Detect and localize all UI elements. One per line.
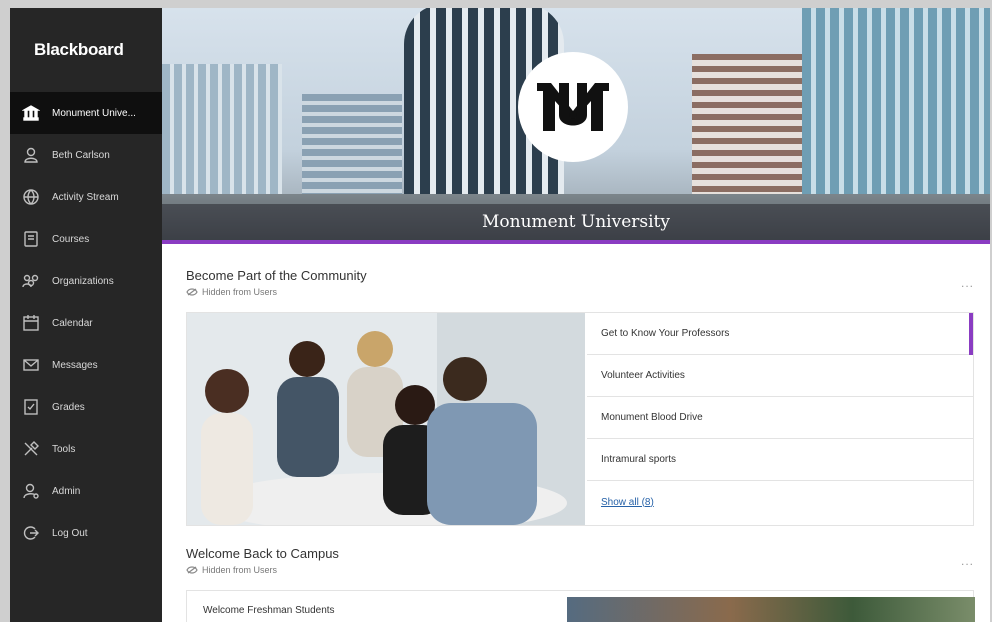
institution-banner: Monument University [162,8,990,244]
sidebar-item-label: Grades [52,401,85,413]
sidebar-item-label: Messages [52,359,98,371]
campus-photo [567,597,975,622]
sidebar-item-label: Beth Carlson [52,149,110,161]
people-icon [22,272,40,290]
sidebar: Blackboard Monument Unive... Beth Carlso… [10,8,162,622]
tools-icon [22,440,40,458]
sidebar-item-calendar[interactable]: Calendar [10,302,162,344]
sidebar-item-label: Activity Stream [52,191,119,203]
hidden-eye-icon [186,566,198,574]
community-card: Get to Know Your Professors Volunteer Ac… [186,312,974,526]
sidebar-item-tools[interactable]: Tools [10,428,162,470]
welcome-card: Welcome Freshman Students [186,590,975,622]
calendar-icon [22,314,40,332]
banner-building [162,64,282,204]
banner-building [302,94,402,204]
sidebar-item-label: Calendar [52,317,93,329]
banner-building [802,8,990,204]
banner-building [692,54,802,204]
students-photo [187,313,585,525]
institution-icon [22,104,40,122]
module-title: Become Part of the Community [186,268,367,283]
university-logo [518,52,628,162]
sidebar-item-messages[interactable]: Messages [10,344,162,386]
show-all-link[interactable]: Show all (8) [587,481,973,523]
students-illustration [187,313,585,525]
community-module: Become Part of the Community Hidden from… [186,268,974,530]
envelope-icon [22,356,40,374]
module-more-button[interactable]: ... [961,554,974,568]
admin-icon [22,482,40,500]
institution-title: Monument University [481,212,670,232]
visibility-label: Hidden from Users [202,287,278,297]
sidebar-item-activity-stream[interactable]: Activity Stream [10,176,162,218]
user-icon [22,146,40,164]
module-more-button[interactable]: ... [961,276,974,290]
sidebar-item-label: Tools [52,443,76,455]
sidebar-item-courses[interactable]: Courses [10,218,162,260]
list-item[interactable]: Get to Know Your Professors [587,313,973,355]
list-item[interactable]: Monument Blood Drive [587,397,973,439]
community-links-list: Get to Know Your Professors Volunteer Ac… [587,313,973,525]
sidebar-item-logout[interactable]: Log Out [10,512,162,554]
sidebar-item-label: Admin [52,485,81,497]
logout-icon [22,524,40,542]
sidebar-item-label: Organizations [52,275,114,287]
brand-logo[interactable]: Blackboard [10,8,162,92]
sidebar-item-organizations[interactable]: Organizations [10,260,162,302]
banner-title-band: Monument University [162,204,990,244]
module-title: Welcome Back to Campus [186,546,339,561]
visibility-status: Hidden from Users [186,287,974,297]
hidden-eye-icon [186,288,198,296]
sidebar-item-profile[interactable]: Beth Carlson [10,134,162,176]
list-item[interactable]: Intramural sports [587,439,973,481]
sidebar-item-institution[interactable]: Monument Unive... [10,92,162,134]
visibility-label: Hidden from Users [202,565,278,575]
sidebar-item-label: Monument Unive... [52,107,136,119]
sidebar-item-label: Courses [52,233,90,245]
book-icon [22,230,40,248]
grades-icon [22,398,40,416]
mu-monogram-icon [537,83,609,131]
visibility-status: Hidden from Users [186,565,974,575]
sidebar-item-grades[interactable]: Grades [10,386,162,428]
globe-icon [22,188,40,206]
list-item[interactable]: Volunteer Activities [587,355,973,397]
sidebar-item-label: Log Out [52,527,88,539]
sidebar-item-admin[interactable]: Admin [10,470,162,512]
app-frame: Blackboard Monument Unive... Beth Carlso… [10,8,990,622]
main-content: Monument University Become Part of the C… [162,8,990,622]
welcome-module: Welcome Back to Campus Hidden from Users… [186,546,975,622]
list-item[interactable]: Welcome Freshman Students [203,605,335,616]
